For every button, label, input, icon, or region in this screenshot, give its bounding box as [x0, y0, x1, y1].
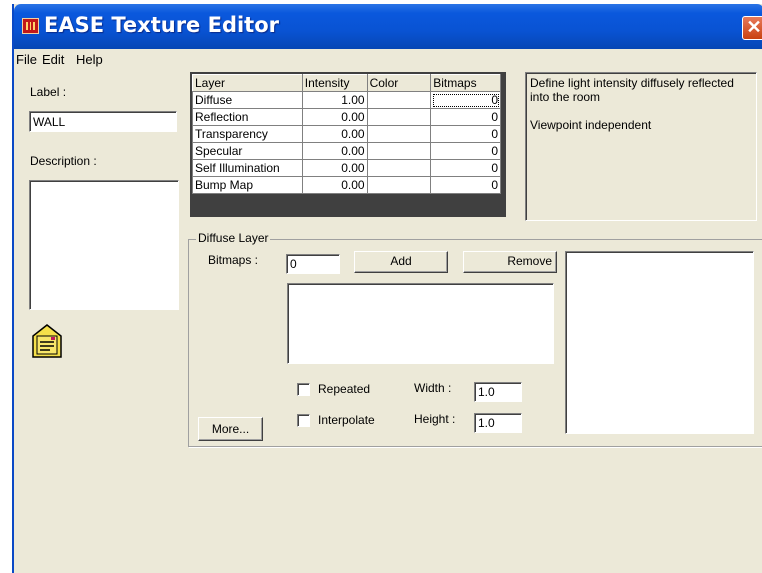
cell-color[interactable] [366, 142, 432, 160]
envelope-icon[interactable] [32, 324, 62, 358]
cell-intensity[interactable]: 0.00 [301, 159, 368, 177]
interpolate-label[interactable]: Interpolate [318, 413, 375, 427]
cell-intensity[interactable]: 0.00 [301, 176, 368, 194]
bitmaps-count-input[interactable] [286, 254, 340, 274]
cell-bitmaps[interactable]: 0 [430, 159, 501, 177]
cell-bitmaps[interactable]: 0 [430, 91, 501, 109]
info-line-2: into the room [530, 90, 601, 104]
label-caption: Label : [30, 85, 67, 99]
close-icon: ✕ [746, 17, 762, 37]
table-row[interactable]: Bump Map 0.00 0 [192, 176, 501, 194]
layer-info-panel: Define light intensity diffusely reflect… [525, 72, 757, 221]
label-input[interactable] [29, 111, 177, 132]
grid-header-row: Layer Intensity Color Bitmaps [192, 74, 501, 92]
cell-color[interactable] [366, 159, 432, 177]
repeated-checkbox[interactable] [297, 383, 310, 396]
close-button[interactable]: ✕ [742, 16, 762, 40]
table-row[interactable]: Specular 0.00 0 [192, 142, 501, 160]
title-bar[interactable]: EASE Texture Editor ✕ [14, 4, 762, 49]
add-button[interactable]: Add [354, 251, 448, 273]
info-line-3: Viewpoint independent [530, 118, 652, 132]
cell-intensity[interactable]: 0.00 [301, 108, 368, 126]
width-input[interactable] [474, 382, 522, 402]
window-title: EASE Texture Editor [44, 13, 279, 37]
table-row[interactable]: Reflection 0.00 0 [192, 108, 501, 126]
height-caption: Height : [414, 412, 456, 426]
cell-layer[interactable]: Bump Map [192, 176, 303, 194]
cell-bitmaps[interactable]: 0 [430, 108, 501, 126]
interpolate-checkbox[interactable] [297, 414, 310, 427]
cell-layer[interactable]: Self Illumination [192, 159, 303, 177]
menu-file[interactable]: File [16, 52, 37, 67]
cell-bitmaps[interactable]: 0 [430, 125, 501, 143]
menu-bar: File Edit Help [14, 49, 762, 71]
cell-color[interactable] [366, 176, 432, 194]
cell-layer[interactable]: Reflection [192, 108, 303, 126]
cell-intensity[interactable]: 0.00 [301, 125, 368, 143]
app-icon [22, 18, 39, 34]
table-row[interactable]: Transparency 0.00 0 [192, 125, 501, 143]
cell-layer[interactable]: Diffuse [192, 91, 303, 109]
info-line-1: Define light intensity diffusely reflect… [530, 76, 734, 90]
bitmap-preview [565, 251, 754, 434]
menu-help[interactable]: Help [76, 52, 103, 67]
width-caption: Width : [414, 381, 452, 395]
ease-texture-editor-window: EASE Texture Editor ✕ File Edit Help Lab… [12, 4, 762, 573]
more-button[interactable]: More... [198, 417, 263, 441]
cell-intensity[interactable]: 1.00 [301, 91, 368, 109]
col-layer[interactable]: Layer [192, 74, 303, 92]
remove-button[interactable]: Remove [463, 251, 557, 273]
col-intensity[interactable]: Intensity [301, 74, 368, 92]
description-field[interactable] [29, 180, 179, 310]
cell-color[interactable] [366, 91, 432, 109]
cell-color[interactable] [366, 108, 432, 126]
cell-color[interactable] [366, 125, 432, 143]
table-row[interactable]: Diffuse 1.00 0 [192, 91, 501, 109]
bitmap-list[interactable] [287, 283, 554, 364]
repeated-label[interactable]: Repeated [318, 382, 370, 396]
menu-edit[interactable]: Edit [42, 52, 64, 67]
cell-layer[interactable]: Specular [192, 142, 303, 160]
layer-grid: Layer Intensity Color Bitmaps Diffuse 1.… [190, 72, 506, 217]
cell-bitmaps[interactable]: 0 [430, 176, 501, 194]
description-caption: Description : [30, 154, 97, 168]
bitmaps-caption: Bitmaps : [208, 253, 259, 267]
col-bitmaps[interactable]: Bitmaps [430, 74, 501, 92]
col-color[interactable]: Color [366, 74, 432, 92]
height-input[interactable] [474, 413, 522, 433]
diffuse-layer-title: Diffuse Layer [196, 231, 271, 245]
cell-layer[interactable]: Transparency [192, 125, 303, 143]
cell-bitmaps[interactable]: 0 [430, 142, 501, 160]
table-row[interactable]: Self Illumination 0.00 0 [192, 159, 501, 177]
cell-intensity[interactable]: 0.00 [301, 142, 368, 160]
